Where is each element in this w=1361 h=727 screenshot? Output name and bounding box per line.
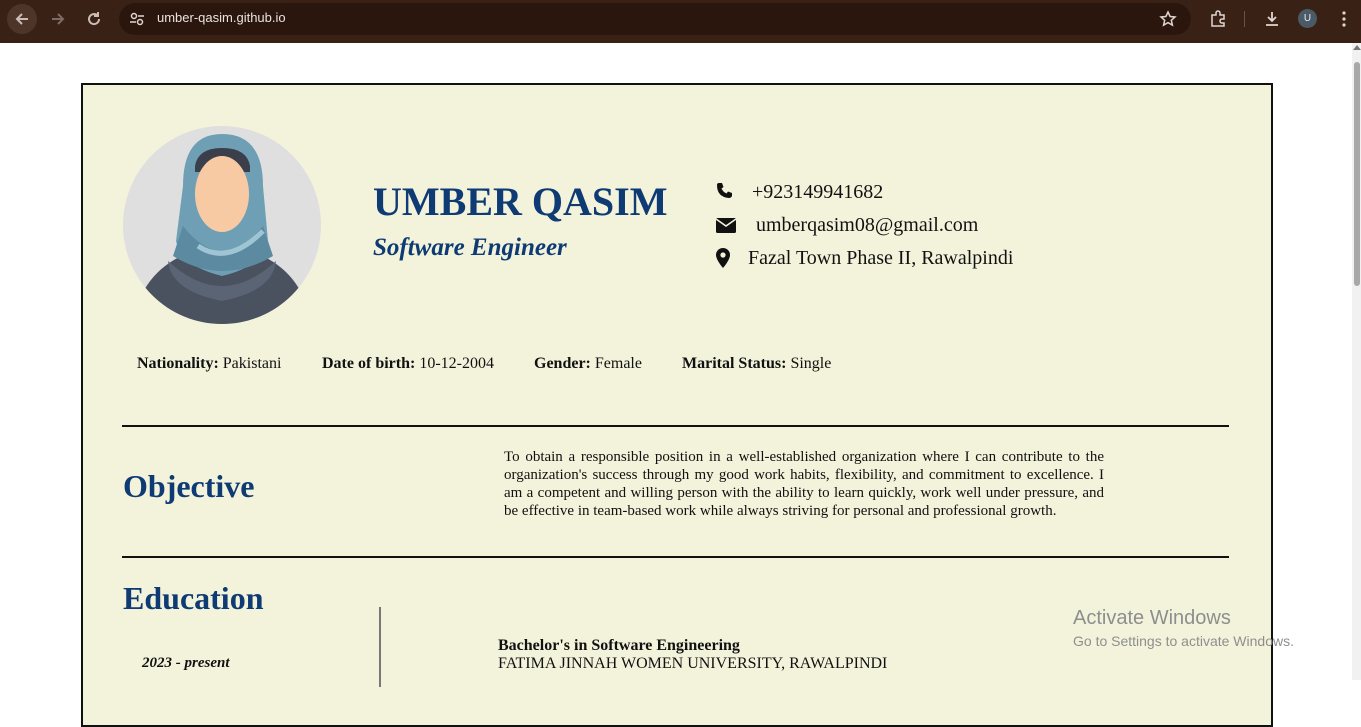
objective-heading: Objective — [123, 468, 255, 504]
info-value: Pakistani — [222, 355, 282, 372]
back-arrow-icon — [15, 13, 28, 25]
education-heading: Education — [123, 580, 264, 616]
info-marital-status: Marital Status: Single — [682, 355, 831, 373]
contact-address: Fazal Town Phase II, Rawalpindi — [748, 247, 1014, 269]
info-label: Date of birth: — [322, 355, 416, 372]
extensions-icon[interactable] — [1208, 9, 1228, 29]
profile-photo — [123, 126, 321, 324]
resume-name: UMBER QASIM — [373, 179, 668, 224]
education-degree: Bachelor's in Software Engineering — [498, 637, 740, 654]
info-nationality: Nationality: Pakistani — [137, 355, 281, 373]
section-divider — [122, 425, 1229, 427]
envelope-icon — [715, 216, 737, 236]
resume-job-title: Software Engineer — [373, 234, 567, 261]
education-timeline-line — [379, 607, 381, 687]
site-settings-icon[interactable] — [127, 9, 147, 29]
info-value: Female — [594, 355, 642, 372]
objective-text: To obtain a responsible position in a we… — [504, 449, 1104, 519]
location-pin-icon — [716, 248, 736, 268]
info-gender: Gender: Female — [534, 355, 642, 373]
forward-arrow-icon — [52, 13, 65, 25]
contact-phone: +923149941682 — [752, 181, 884, 203]
menu-dots-icon[interactable] — [1334, 9, 1354, 29]
watermark-subtitle: Go to Settings to activate Windows. — [1073, 633, 1294, 649]
back-button[interactable] — [7, 4, 37, 34]
watermark-title: Activate Windows — [1073, 607, 1231, 629]
education-school: FATIMA JINNAH WOMEN UNIVERSITY, RAWALPIN… — [498, 655, 888, 672]
education-date: 2023 - present — [142, 655, 230, 671]
reload-icon — [88, 12, 101, 26]
info-label: Gender: — [534, 355, 591, 372]
phone-icon — [715, 182, 735, 202]
browser-toolbar: umber-qasim.github.io U — [0, 0, 1361, 43]
info-dob: Date of birth: 10-12-2004 — [322, 355, 494, 373]
info-label: Nationality: — [137, 355, 219, 372]
url-text[interactable]: umber-qasim.github.io — [157, 10, 286, 25]
info-value: Single — [790, 355, 832, 372]
star-icon[interactable] — [1158, 9, 1178, 29]
windows-activation-watermark: Activate Windows Go to Settings to activ… — [1073, 607, 1294, 649]
reload-button[interactable] — [79, 4, 109, 34]
download-icon[interactable] — [1262, 9, 1282, 29]
forward-button[interactable] — [43, 4, 73, 34]
contact-email: umberqasim08@gmail.com — [756, 214, 979, 236]
scrollbar-thumb[interactable] — [1354, 62, 1360, 286]
info-value: 10-12-2004 — [419, 355, 494, 372]
info-label: Marital Status: — [682, 355, 787, 372]
section-divider — [122, 556, 1229, 558]
scroll-up-arrow-icon[interactable] — [1353, 45, 1361, 50]
profile-avatar[interactable]: U — [1298, 9, 1317, 28]
toolbar-divider — [1244, 11, 1245, 27]
